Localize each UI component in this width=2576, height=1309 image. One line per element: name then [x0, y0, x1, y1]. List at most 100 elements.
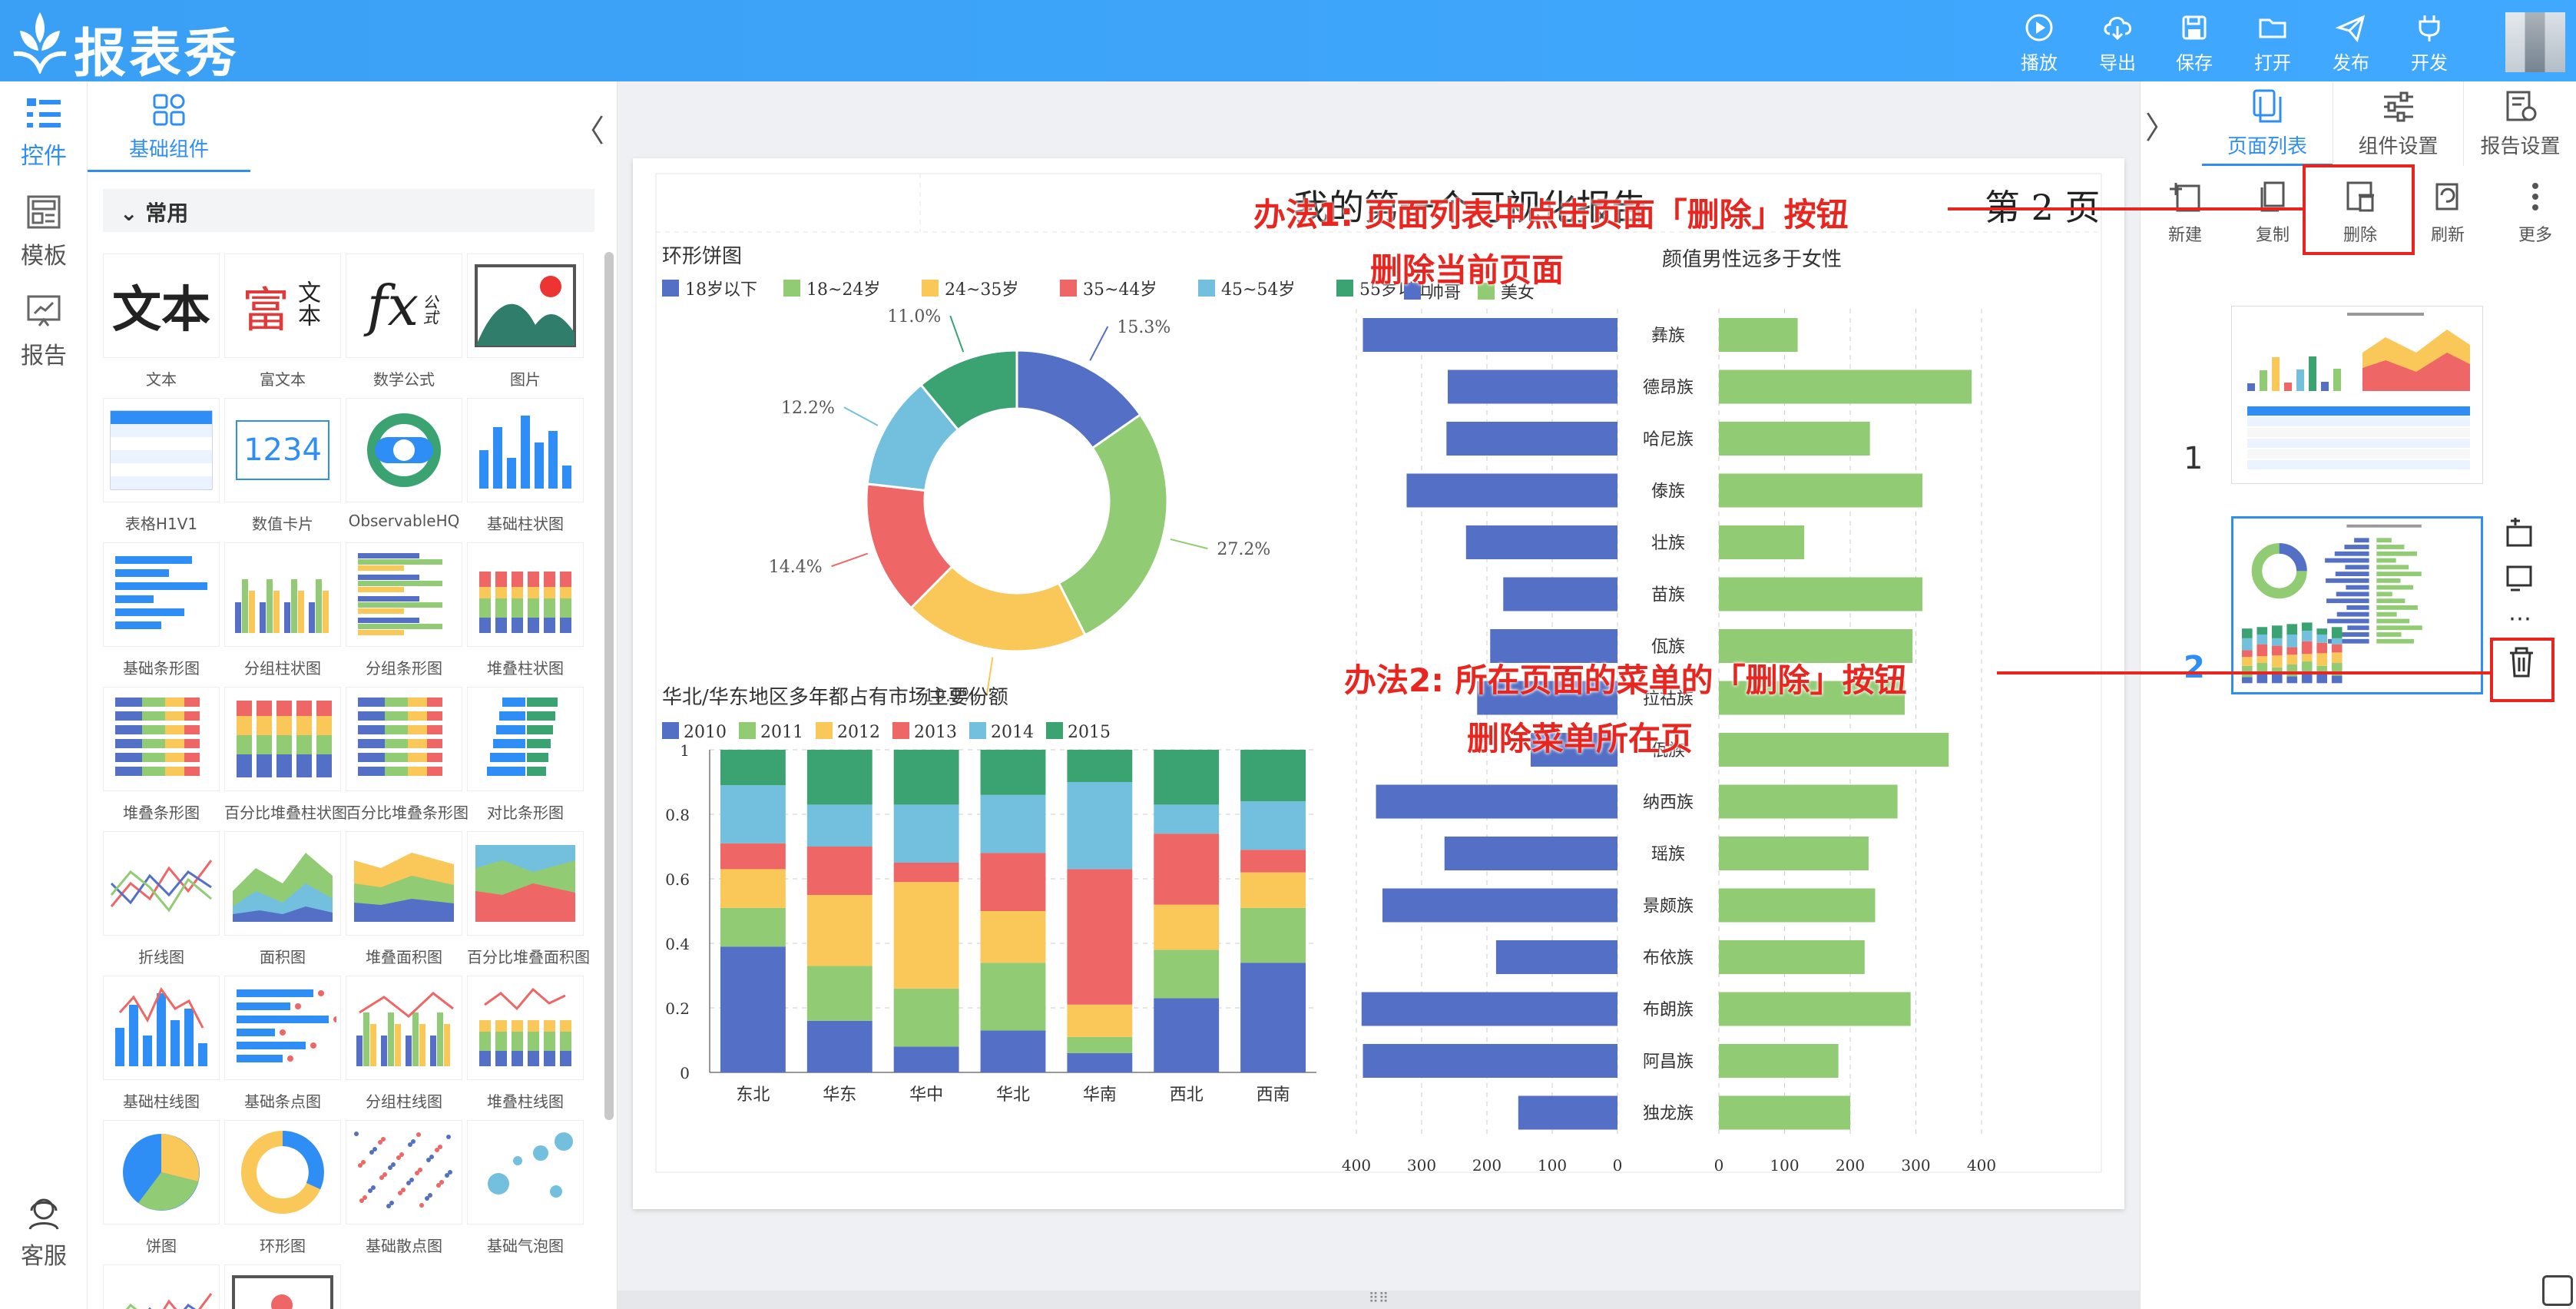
- component-tile[interactable]: 堆叠柱线图: [467, 976, 584, 1112]
- play-button[interactable]: 播放: [2005, 11, 2074, 74]
- compare-bar-right: [1719, 837, 1869, 870]
- component-tile[interactable]: 图片: [467, 254, 584, 389]
- component-thumbnail: [346, 831, 462, 936]
- component-thumbnail: [467, 254, 584, 358]
- component-tile[interactable]: fx 公式 数学公式: [346, 254, 462, 389]
- thumb-bar: [2309, 356, 2316, 391]
- thumb-stack: [2301, 654, 2313, 662]
- tab-basic-components[interactable]: 基础组件: [88, 81, 250, 172]
- thumb-text: 文本: [112, 282, 210, 339]
- compare-bar-right: [1719, 1044, 1839, 1078]
- component-tile[interactable]: 1234 数值卡片: [224, 398, 341, 534]
- tab-component-settings[interactable]: 组件设置: [2333, 81, 2463, 166]
- rail-item-templates[interactable]: 模板: [0, 184, 88, 277]
- save-button[interactable]: 保存: [2160, 11, 2229, 74]
- component-tile[interactable]: 表格H1V1: [103, 398, 220, 534]
- expand-panel-button[interactable]: 〉: [2145, 103, 2176, 147]
- component-tile[interactable]: 面积图: [224, 831, 341, 967]
- component-tile[interactable]: 分组条形图: [346, 542, 462, 678]
- component-tile[interactable]: 基础柱线图: [103, 976, 220, 1112]
- donut-leader-line: [831, 552, 869, 568]
- component-tile[interactable]: 饼图: [103, 1120, 220, 1256]
- section-header-common[interactable]: ⌄ 常用: [103, 189, 594, 232]
- stacked-x-tick: 华南: [1083, 1085, 1117, 1105]
- stacked-bar-segment: [806, 804, 872, 847]
- component-tile[interactable]: [224, 1264, 341, 1309]
- tab-report-settings[interactable]: 报告设置: [2463, 81, 2576, 166]
- move-page-down-button[interactable]: [2500, 562, 2540, 602]
- component-tile[interactable]: 基础气泡图: [467, 1120, 584, 1256]
- component-label: 百分比堆叠面积图: [467, 948, 590, 966]
- rail-item-widgets[interactable]: 控件: [0, 85, 88, 177]
- avatar[interactable]: [2505, 12, 2565, 72]
- compare-x-tick: 400: [1342, 1156, 1371, 1175]
- refresh-page-button[interactable]: 刷新: [2409, 172, 2486, 257]
- copy-page-button[interactable]: 复制: [2234, 172, 2311, 257]
- develop-button[interactable]: 开发: [2395, 11, 2464, 74]
- component-tile[interactable]: 分组柱状图: [224, 542, 341, 678]
- component-label: 堆叠条形图: [123, 804, 200, 822]
- component-tile[interactable]: [103, 1264, 220, 1309]
- collapse-panel-button[interactable]: 〈: [574, 106, 604, 151]
- stacked-bar-segment: [1240, 850, 1306, 873]
- component-tile[interactable]: 文本 文本: [103, 254, 220, 389]
- donut-legend-label: 45~54岁: [1221, 280, 1295, 300]
- stacked-bar-segment: [1240, 801, 1306, 850]
- component-tile[interactable]: ObservableHQ: [346, 398, 462, 530]
- more-button[interactable]: 更多: [2497, 172, 2574, 257]
- top-bar: 报表秀 播放 导出 保存 打开 发布 开发: [0, 0, 2576, 85]
- page-thumbnail-2[interactable]: [2231, 516, 2483, 694]
- component-label: 文本: [146, 370, 177, 389]
- compare-category-label: 阿昌族: [1643, 1052, 1694, 1072]
- resize-handle[interactable]: ⠿⠿: [618, 1291, 2140, 1309]
- component-tile[interactable]: 基础散点图: [346, 1120, 462, 1256]
- publish-button[interactable]: 发布: [2316, 11, 2386, 74]
- component-tile[interactable]: 分组柱线图: [346, 976, 462, 1112]
- donut-title: 环形饼图: [662, 245, 742, 268]
- thumb-stack: [2256, 644, 2268, 657]
- move-down-icon: [2506, 565, 2532, 592]
- panel-scrollbar[interactable]: [604, 252, 614, 1120]
- open-button[interactable]: 打开: [2238, 11, 2307, 74]
- component-tile[interactable]: 堆叠条形图: [103, 687, 220, 823]
- stacked-legend-swatch: [892, 722, 909, 739]
- component-tile[interactable]: 富文本 富文本: [224, 254, 341, 389]
- stacked-x-tick: 东北: [736, 1085, 770, 1105]
- component-tile[interactable]: 基础柱状图: [467, 398, 584, 534]
- component-tile[interactable]: 百分比堆叠条形图: [346, 687, 469, 823]
- thumb-bar: [2337, 632, 2369, 637]
- stacked-legend-label: 2010: [684, 723, 727, 742]
- stacked-y-tick: 0.4: [665, 935, 690, 953]
- thumb-table-row: [2247, 406, 2470, 416]
- component-thumbnail: [467, 1120, 584, 1224]
- annotation-method2-sub: 删除菜单所在页: [1467, 720, 1694, 757]
- fullscreen-icon[interactable]: [2542, 1275, 2573, 1306]
- component-label: 面积图: [260, 948, 306, 966]
- tab-page-list[interactable]: 页面列表: [2202, 81, 2333, 166]
- donut-legend-swatch: [1336, 280, 1353, 297]
- thumb-stack: [2256, 656, 2268, 664]
- stacked-x-tick: 华中: [909, 1085, 943, 1105]
- component-tile[interactable]: 基础条形图: [103, 542, 220, 678]
- rail-item-reports[interactable]: 报告: [0, 284, 88, 376]
- component-tile[interactable]: 堆叠柱状图: [467, 542, 584, 678]
- thumb-bar: [2376, 565, 2409, 570]
- component-tile[interactable]: 环形图: [224, 1120, 341, 1256]
- page-thumbnail-1[interactable]: [2231, 306, 2483, 484]
- new-page-button[interactable]: 新建: [2147, 172, 2223, 257]
- component-tile[interactable]: 基础条点图: [224, 976, 341, 1112]
- thumb-bar: [2296, 370, 2304, 391]
- compare-bar-left: [1495, 940, 1617, 974]
- component-thumbnail: [346, 542, 462, 647]
- component-tile[interactable]: 百分比堆叠面积图: [467, 831, 590, 967]
- component-tile[interactable]: 折线图: [103, 831, 220, 967]
- component-tile[interactable]: 堆叠面积图: [346, 831, 462, 967]
- move-page-up-button[interactable]: [2500, 516, 2540, 556]
- stacked-bar-segment: [1067, 1036, 1133, 1053]
- rail-item-support[interactable]: 客服: [0, 1185, 88, 1277]
- page-thumbnail-1-preview: [2232, 307, 2482, 483]
- compare-x-tick: 100: [1770, 1156, 1799, 1175]
- export-button[interactable]: 导出: [2083, 11, 2152, 74]
- component-tile[interactable]: 对比条形图: [467, 687, 584, 823]
- component-tile[interactable]: 百分比堆叠柱状图: [224, 687, 347, 823]
